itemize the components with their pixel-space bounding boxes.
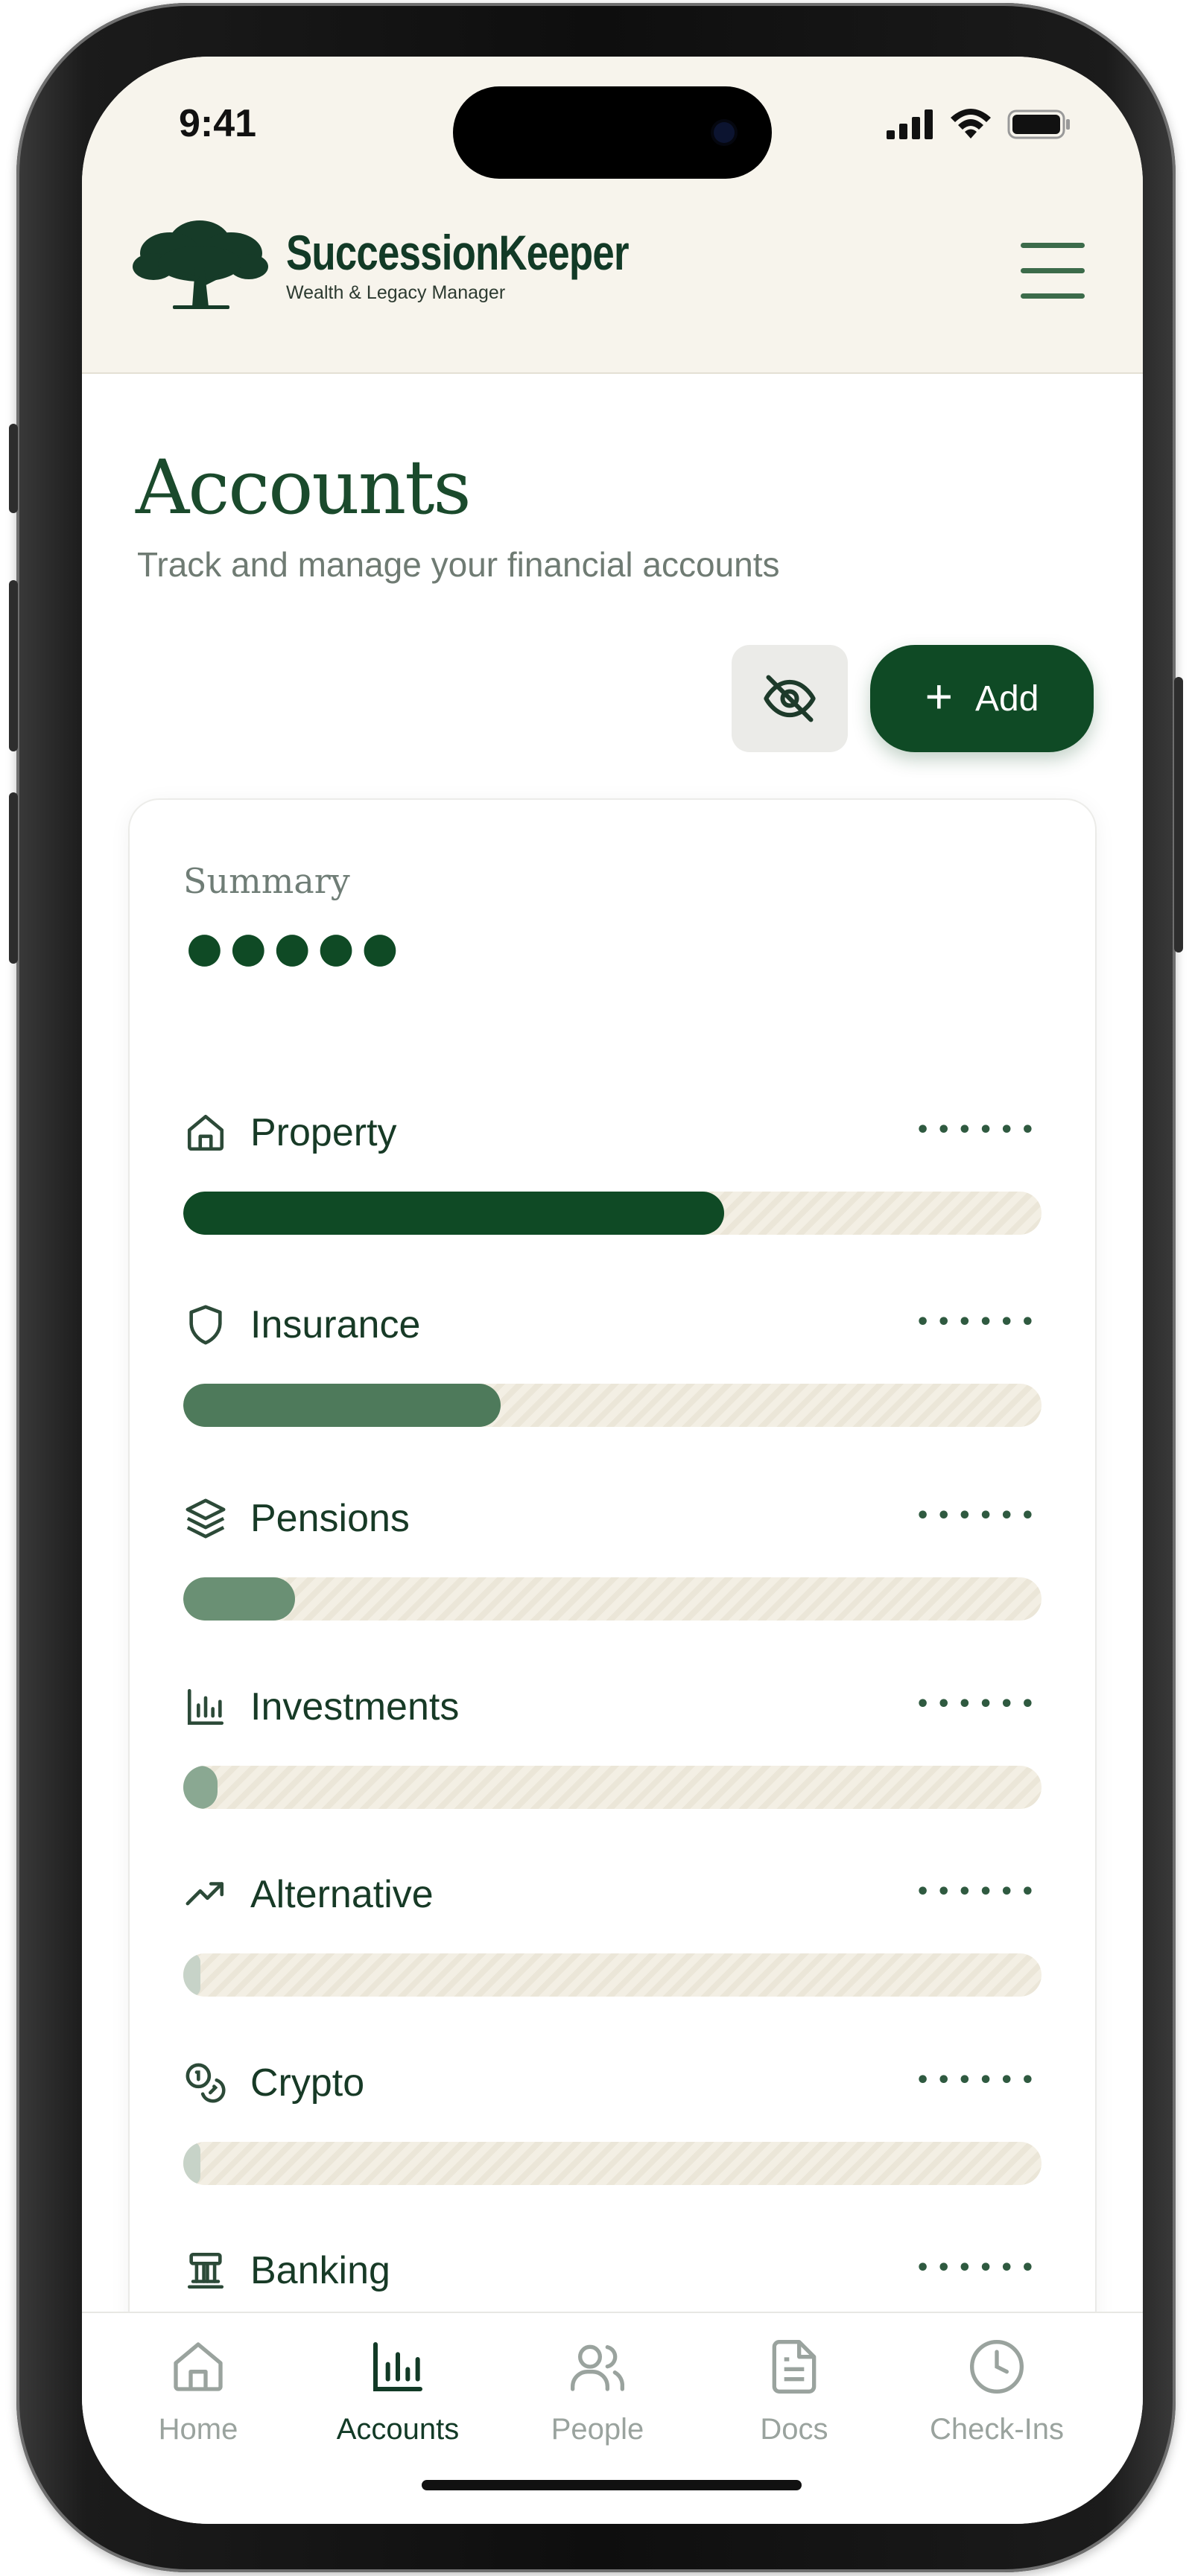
category-row-crypto[interactable]: Crypto •••••• bbox=[183, 2057, 1042, 2206]
add-account-button[interactable]: + Add bbox=[870, 645, 1094, 752]
nav-label: People bbox=[551, 2413, 644, 2446]
status-time: 9:41 bbox=[179, 102, 257, 145]
eye-off-icon bbox=[764, 675, 816, 722]
category-masked-value: •••••• bbox=[915, 1503, 1042, 1529]
category-bar-fill bbox=[183, 1384, 501, 1427]
category-row-pensions[interactable]: Pensions •••••• bbox=[183, 1492, 1042, 1641]
category-label: Crypto bbox=[250, 2061, 365, 2105]
nav-home[interactable]: Home bbox=[101, 2337, 295, 2446]
dynamic-island bbox=[453, 86, 772, 179]
home-icon bbox=[183, 1110, 228, 1155]
category-row-alternative[interactable]: Alternative •••••• bbox=[183, 1869, 1042, 2017]
category-row-insurance[interactable]: Insurance •••••• bbox=[183, 1299, 1042, 1448]
home-indicator bbox=[422, 2480, 802, 2490]
category-bar bbox=[183, 1766, 1042, 1809]
bar-chart-icon bbox=[183, 1685, 228, 1729]
brand[interactable]: SuccessionKeeper Wealth & Legacy Manager bbox=[131, 214, 714, 313]
bottom-nav: Home Accounts People Docs Check-Ins bbox=[82, 2312, 1143, 2524]
category-bar-fill bbox=[183, 1577, 295, 1621]
category-row-property[interactable]: Property •••••• bbox=[183, 1107, 1042, 1256]
hide-values-button[interactable] bbox=[732, 645, 848, 752]
plus-icon: + bbox=[925, 670, 953, 723]
oak-tree-logo bbox=[133, 220, 268, 309]
category-bar-fill bbox=[183, 1192, 724, 1235]
status-icons bbox=[887, 109, 1071, 140]
category-bar bbox=[183, 1577, 1042, 1621]
nav-accounts[interactable]: Accounts bbox=[301, 2337, 495, 2446]
category-bar-fill bbox=[183, 2142, 201, 2185]
category-masked-value: •••••• bbox=[915, 2255, 1042, 2281]
category-masked-value: •••••• bbox=[915, 1691, 1042, 1717]
category-masked-value: •••••• bbox=[915, 1879, 1042, 1905]
power-button bbox=[1174, 677, 1183, 953]
category-masked-value: •••••• bbox=[915, 1117, 1042, 1143]
app-header: 9:41 SuccessionKeeper Wealth & Legacy Ma… bbox=[82, 57, 1143, 374]
hamburger-menu-icon[interactable] bbox=[1021, 243, 1085, 299]
volume-down-button bbox=[9, 792, 18, 964]
bar-chart-icon bbox=[373, 2342, 422, 2391]
action-button bbox=[9, 424, 18, 513]
layers-icon bbox=[183, 1496, 228, 1541]
camera-icon bbox=[714, 122, 735, 143]
category-label: Property bbox=[250, 1111, 397, 1154]
signal-icon bbox=[887, 109, 933, 139]
wifi-icon bbox=[951, 109, 991, 139]
volume-up-button bbox=[9, 580, 18, 751]
category-row-investments[interactable]: Investments •••••• bbox=[183, 1681, 1042, 1830]
category-bar-fill bbox=[183, 1953, 201, 1997]
summary-masked-total: ●●●●● bbox=[186, 923, 406, 972]
home-icon bbox=[174, 2342, 223, 2391]
summary-label: Summary bbox=[183, 861, 350, 901]
page-title: Accounts bbox=[136, 444, 472, 531]
category-label: Insurance bbox=[250, 1303, 421, 1346]
page-subtitle: Track and manage your financial accounts bbox=[137, 545, 780, 584]
category-bar bbox=[183, 1953, 1042, 1997]
category-label: Investments bbox=[250, 1685, 460, 1729]
phone-frame: 9:41 SuccessionKeeper Wealth & Legacy Ma… bbox=[9, 3, 1183, 2572]
brand-tagline: Wealth & Legacy Manager bbox=[286, 282, 506, 303]
nav-label: Docs bbox=[760, 2413, 828, 2446]
document-icon bbox=[772, 2340, 817, 2394]
summary-card: Summary ●●●●● Property •••••• Insurance … bbox=[130, 800, 1095, 2513]
category-label: Banking bbox=[250, 2249, 390, 2292]
nav-label: Check-Ins bbox=[929, 2413, 1065, 2446]
trending-up-icon bbox=[183, 1872, 228, 1917]
screen: 9:41 SuccessionKeeper Wealth & Legacy Ma… bbox=[82, 57, 1143, 2524]
clock-icon bbox=[970, 2340, 1024, 2394]
category-bar-fill bbox=[183, 1766, 218, 1809]
nav-check-ins[interactable]: Check-Ins bbox=[900, 2337, 1094, 2446]
category-masked-value: •••••• bbox=[915, 2067, 1042, 2093]
shield-icon bbox=[183, 1303, 228, 1347]
nav-docs[interactable]: Docs bbox=[697, 2337, 891, 2446]
nav-label: Home bbox=[158, 2413, 238, 2446]
bank-icon bbox=[183, 2248, 228, 2293]
users-icon bbox=[571, 2344, 625, 2391]
category-masked-value: •••••• bbox=[915, 1309, 1042, 1335]
category-label: Pensions bbox=[250, 1497, 410, 1540]
brand-name: SuccessionKeeper bbox=[286, 224, 629, 280]
category-label: Alternative bbox=[250, 1873, 434, 1916]
category-bar bbox=[183, 1192, 1042, 1235]
battery-icon bbox=[1007, 109, 1070, 139]
category-bar bbox=[183, 1384, 1042, 1427]
coins-icon bbox=[183, 2061, 228, 2105]
category-bar bbox=[183, 2142, 1042, 2185]
nav-people[interactable]: People bbox=[501, 2337, 694, 2446]
nav-label: Accounts bbox=[336, 2413, 460, 2446]
add-button-label: Add bbox=[974, 678, 1039, 719]
